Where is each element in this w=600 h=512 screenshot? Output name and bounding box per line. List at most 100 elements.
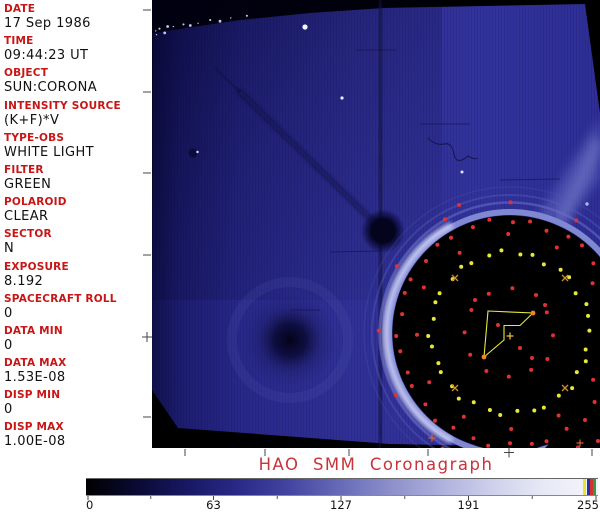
- overlay-dot-yellow-ring: [459, 264, 464, 269]
- overlay-dot-red-outer-ring: [408, 277, 413, 282]
- overlay-dot-red-outer-ring: [470, 225, 475, 230]
- overlay-dot-red-outer-ring: [529, 441, 534, 446]
- overlay-dot-spoke: [440, 446, 445, 448]
- field-label: SPACECRAFT ROLL: [4, 292, 117, 305]
- field-label: POLAROID: [4, 196, 67, 209]
- overlay-dot-spoke: [486, 291, 491, 296]
- colorbar-overlay-stripe: [583, 479, 586, 495]
- overlay-dot-yellow-ring: [426, 334, 431, 338]
- overlay-dot-yellow-ring: [487, 253, 492, 258]
- overlay-dot-spoke: [506, 232, 511, 236]
- field-label: EXPOSURE: [4, 260, 69, 273]
- speckle-dot: [245, 14, 248, 17]
- overlay-dot-yellow-ring: [487, 407, 492, 412]
- overlay-dot-spoke: [554, 245, 559, 250]
- field-value: 8.192: [4, 273, 44, 289]
- field-value: 17 Sep 1986: [4, 16, 91, 31]
- overlay-dot-red: [496, 323, 500, 327]
- overlay-dot-spoke: [591, 377, 596, 382]
- overlay-dot-spoke: [551, 333, 555, 338]
- metadata-field: SPACECRAFT ROLL 0: [4, 293, 154, 325]
- field-label: SECTOR: [4, 228, 52, 241]
- overlay-dot-red: [543, 303, 547, 307]
- overlay-dot-red-outer-ring: [528, 219, 533, 224]
- colorbar-gradient: [86, 478, 598, 496]
- overlay-dot-spoke: [508, 200, 513, 205]
- overlay-dot-yellow-ring: [456, 396, 461, 401]
- overlay-dot-red-outer-ring: [592, 399, 597, 404]
- overlay-dot-yellow-ring: [437, 291, 442, 296]
- colorbar-tick-label: 191: [457, 498, 480, 512]
- field-label: OBJECT: [4, 67, 49, 80]
- overlay-dot-yellow-ring: [583, 347, 588, 352]
- field-label: DATA MAX: [4, 357, 67, 370]
- overlay-dot-spoke: [415, 332, 419, 337]
- overlay-dot-spoke: [529, 367, 534, 372]
- overlay-dot-red-outer-ring: [402, 290, 407, 295]
- speckle-dot: [230, 17, 232, 19]
- overlay-dot-spoke: [545, 357, 550, 361]
- field-value: CLEAR: [4, 209, 49, 225]
- field-value: GREEN: [4, 176, 52, 192]
- overlay-dot-yellow-ring: [499, 248, 504, 253]
- overlay-dot-spoke: [590, 281, 595, 286]
- metadata-field: POLAROID CLEAR: [4, 196, 154, 228]
- field-label: DISP MIN: [4, 389, 61, 402]
- metadata-field: DATA MIN 0: [4, 325, 154, 357]
- overlay-dot-red-outer-ring: [424, 259, 429, 264]
- overlay-dot-yellow-ring: [556, 393, 561, 398]
- overlay-dot-red: [473, 298, 477, 302]
- overlay-dot-red-outer-ring: [487, 217, 492, 222]
- star-dot: [340, 96, 344, 100]
- metadata-field: FILTER GREEN: [4, 164, 154, 196]
- image-title: HAO SMM Coronagraph: [258, 455, 494, 474]
- speckle-dot: [218, 19, 222, 23]
- overlay-dot-red-outer-ring: [423, 402, 428, 407]
- overlay-dot-yellow-ring: [433, 300, 438, 305]
- overlay-dot-spoke: [457, 250, 462, 255]
- metadata-field: DATA MAX 1.53E-08: [4, 357, 154, 389]
- occulter-ball: [371, 219, 395, 243]
- colorbar-tick-label: 255: [577, 498, 599, 512]
- metadata-field: OBJECT SUN:CORONA: [4, 67, 154, 99]
- speckle-dot: [163, 31, 167, 35]
- field-value: 0: [4, 337, 13, 353]
- speckle-dot: [155, 34, 158, 36]
- overlay-dot-red-outer-ring: [579, 243, 584, 248]
- field-value: 1.53E-08: [4, 370, 66, 386]
- overlay-dot-yellow-ring: [584, 302, 589, 307]
- overlay-dot-spoke: [394, 264, 399, 269]
- dust-spot-glint: [196, 150, 199, 154]
- field-value: 0: [4, 402, 13, 418]
- overlay-dot-red-outer-ring: [564, 426, 569, 431]
- overlay-dot-red-outer-ring: [449, 235, 453, 240]
- speckle-dot: [188, 24, 192, 27]
- overlay-dot-spoke: [556, 413, 561, 418]
- overlay-dot-yellow-ring: [587, 328, 592, 333]
- overlay-dot-red-outer-ring: [435, 242, 440, 247]
- field-label: TIME: [4, 35, 34, 48]
- speckle-dot: [158, 27, 161, 30]
- overlay-dot-spoke: [462, 330, 467, 335]
- metadata-field: TIME 09:44:23 UT: [4, 35, 154, 67]
- overlay-dot-red-outer-ring: [544, 439, 549, 444]
- colorbar-overlay-stripe: [593, 479, 596, 495]
- viewer-window: DATE 17 Sep 1986 TIME 09:44:23 UT OBJECT…: [0, 0, 600, 512]
- overlay-dot-spoke: [509, 427, 514, 431]
- overlay-dot-yellow-ring: [438, 370, 443, 375]
- metadata-field: TYPE-OBS WHITE LIGHT: [4, 132, 154, 164]
- ghost-dark-spot: [244, 294, 336, 386]
- overlay-dot-red-outer-ring: [433, 418, 438, 423]
- overlay-dot-red-outer-ring: [400, 312, 405, 317]
- overlay-dot-red-outer-ring: [409, 384, 414, 388]
- polygon-vertex-dot: [481, 354, 487, 360]
- field-label: DATA MIN: [4, 324, 63, 337]
- overlay-dot-spoke: [469, 308, 474, 312]
- overlay-dot-red: [457, 203, 461, 207]
- colorbar-tick-label: 63: [206, 498, 221, 512]
- overlay-dot-red: [518, 346, 522, 350]
- overlay-dot-spoke: [421, 285, 426, 290]
- overlay-dot-spoke: [468, 352, 473, 357]
- overlay-dot-red-outer-ring: [394, 334, 399, 338]
- overlay-dot-yellow-ring: [436, 361, 441, 366]
